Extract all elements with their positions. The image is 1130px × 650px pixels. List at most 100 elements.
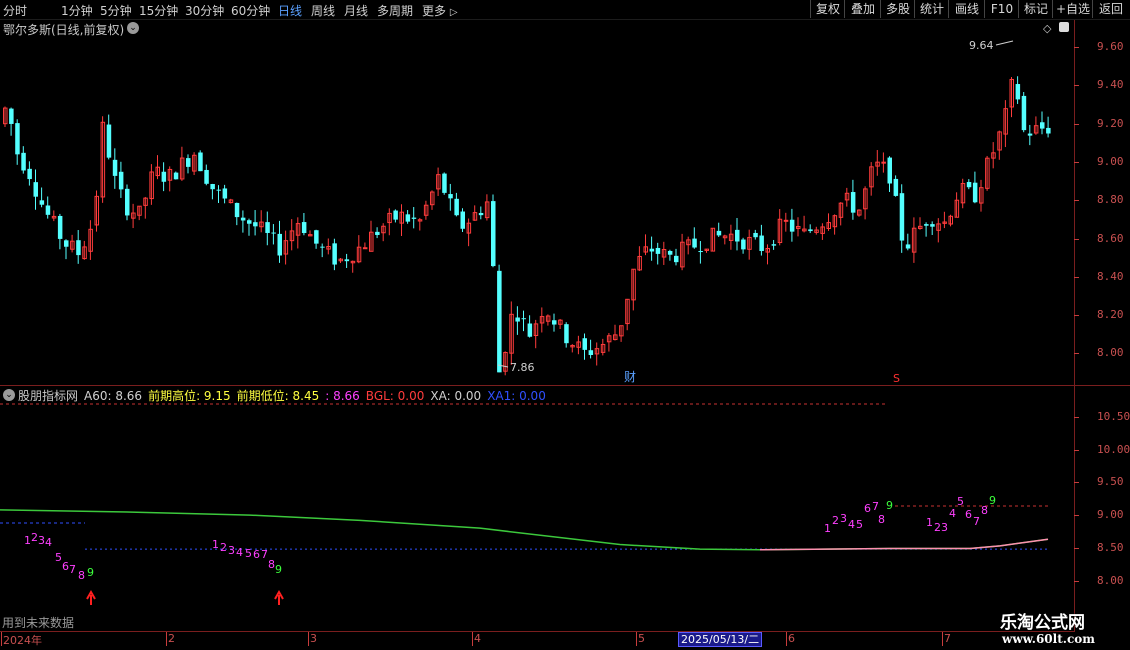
- candle: [594, 342, 600, 366]
- count-digit: 1: [212, 538, 219, 551]
- candle: [741, 237, 746, 254]
- add-watchlist-button[interactable]: +自选: [1052, 0, 1093, 18]
- time-label: 6: [788, 632, 795, 645]
- future-data-note: 用到未来数据: [2, 616, 75, 630]
- candle: [216, 185, 221, 204]
- candle: [265, 211, 270, 246]
- candle: [466, 218, 472, 247]
- price-tick: [1074, 276, 1079, 278]
- period-tab-more[interactable]: 更多 ▷: [422, 2, 458, 19]
- count-digit: 8: [981, 504, 988, 517]
- price-tick-label: 9.00: [1097, 154, 1124, 168]
- period-tab-daily[interactable]: 日线: [278, 2, 302, 19]
- candle: [863, 186, 868, 220]
- period-tab-multi[interactable]: 多周期: [377, 2, 413, 19]
- candle: [106, 114, 112, 160]
- candle: [643, 234, 648, 256]
- candle: [972, 171, 978, 204]
- back-button[interactable]: 返回: [1092, 0, 1129, 18]
- indicator-chart[interactable]: 1 2 3 456 7 8 91 2 3 4 5 6 78 912 3 4 56 7891 2 3456789: [0, 386, 1074, 632]
- candle: [875, 150, 880, 176]
- watermark-title: 乐淘公式网: [1000, 613, 1085, 633]
- count-digit: 6: [62, 560, 69, 573]
- count-digit: 7: [872, 500, 879, 513]
- period-tab-fenshi[interactable]: 分时: [3, 2, 27, 19]
- f10-button[interactable]: F10: [984, 0, 1019, 18]
- candle: [808, 224, 813, 234]
- candle: [320, 243, 325, 258]
- candle: [186, 154, 191, 174]
- candle: [393, 209, 398, 223]
- candle: [600, 338, 606, 356]
- candle: [997, 130, 1002, 160]
- candle: [619, 325, 624, 342]
- statistics-button[interactable]: 统计: [914, 0, 949, 18]
- candle: [838, 202, 844, 226]
- candle: [881, 152, 886, 173]
- candle: [765, 244, 770, 265]
- candle: [277, 220, 282, 263]
- candle: [253, 210, 258, 236]
- period-tab-15min[interactable]: 15分钟: [139, 2, 178, 19]
- period-tab-weekly[interactable]: 周线: [311, 2, 335, 19]
- indicator-tick: [1074, 547, 1079, 549]
- time-axis-line: [0, 631, 1074, 632]
- indicator-tick: [1074, 417, 1079, 418]
- candle: [930, 221, 935, 235]
- candle: [192, 152, 197, 176]
- candle: [350, 260, 356, 273]
- candle: [698, 241, 703, 264]
- count-digit: 6: [864, 502, 871, 515]
- candle: [478, 206, 484, 220]
- count-digit: 3: [840, 512, 847, 525]
- restore-rights-button[interactable]: 复权: [810, 0, 845, 18]
- candle: [436, 167, 441, 196]
- count-digit: 4: [848, 518, 855, 531]
- candle: [515, 306, 520, 335]
- candle: [905, 233, 911, 251]
- candle: [588, 339, 594, 359]
- candle: [39, 187, 45, 208]
- candle: [954, 192, 960, 218]
- candle: [820, 223, 825, 240]
- candle: [381, 223, 386, 242]
- candle: [1021, 92, 1027, 133]
- mark-button[interactable]: 标记: [1018, 0, 1053, 18]
- s-marker: S: [893, 372, 900, 385]
- candle: [1003, 100, 1008, 148]
- period-tab-monthly[interactable]: 月线: [344, 2, 368, 19]
- candle: [716, 222, 722, 237]
- candle: [118, 161, 124, 198]
- candle: [295, 217, 301, 249]
- time-tick: [636, 632, 637, 646]
- cursor-date-label: 2025/05/13/二: [678, 632, 763, 647]
- period-tab-60min[interactable]: 60分钟: [231, 2, 270, 19]
- candle: [491, 194, 496, 268]
- candle: [1033, 116, 1039, 135]
- price-tick-label: 9.60: [1097, 40, 1124, 53]
- candle: [710, 227, 716, 252]
- time-tick: [166, 632, 167, 646]
- time-tick: [1, 632, 2, 646]
- candle: [832, 214, 838, 235]
- candle: [448, 183, 453, 211]
- candle: [521, 310, 526, 332]
- draw-line-button[interactable]: 画线: [948, 0, 985, 18]
- candlestick-chart[interactable]: 9.64 7.86 财 S: [0, 20, 1074, 386]
- candle: [753, 229, 758, 240]
- buy-arrow: [274, 589, 284, 605]
- period-tab-1min[interactable]: 1分钟: [61, 2, 93, 19]
- candle: [637, 246, 642, 272]
- candle: [125, 184, 130, 221]
- overlay-button[interactable]: 叠加: [844, 0, 881, 18]
- candle: [1040, 111, 1045, 135]
- period-tab-30min[interactable]: 30分钟: [185, 2, 224, 19]
- candle: [948, 214, 953, 227]
- multi-stock-button[interactable]: 多股: [880, 0, 915, 18]
- count-digit: 8: [78, 569, 85, 582]
- price-tick: [1074, 47, 1079, 48]
- candle: [70, 234, 75, 253]
- candle: [783, 212, 789, 232]
- period-tab-5min[interactable]: 5分钟: [100, 2, 132, 19]
- candle: [533, 319, 539, 349]
